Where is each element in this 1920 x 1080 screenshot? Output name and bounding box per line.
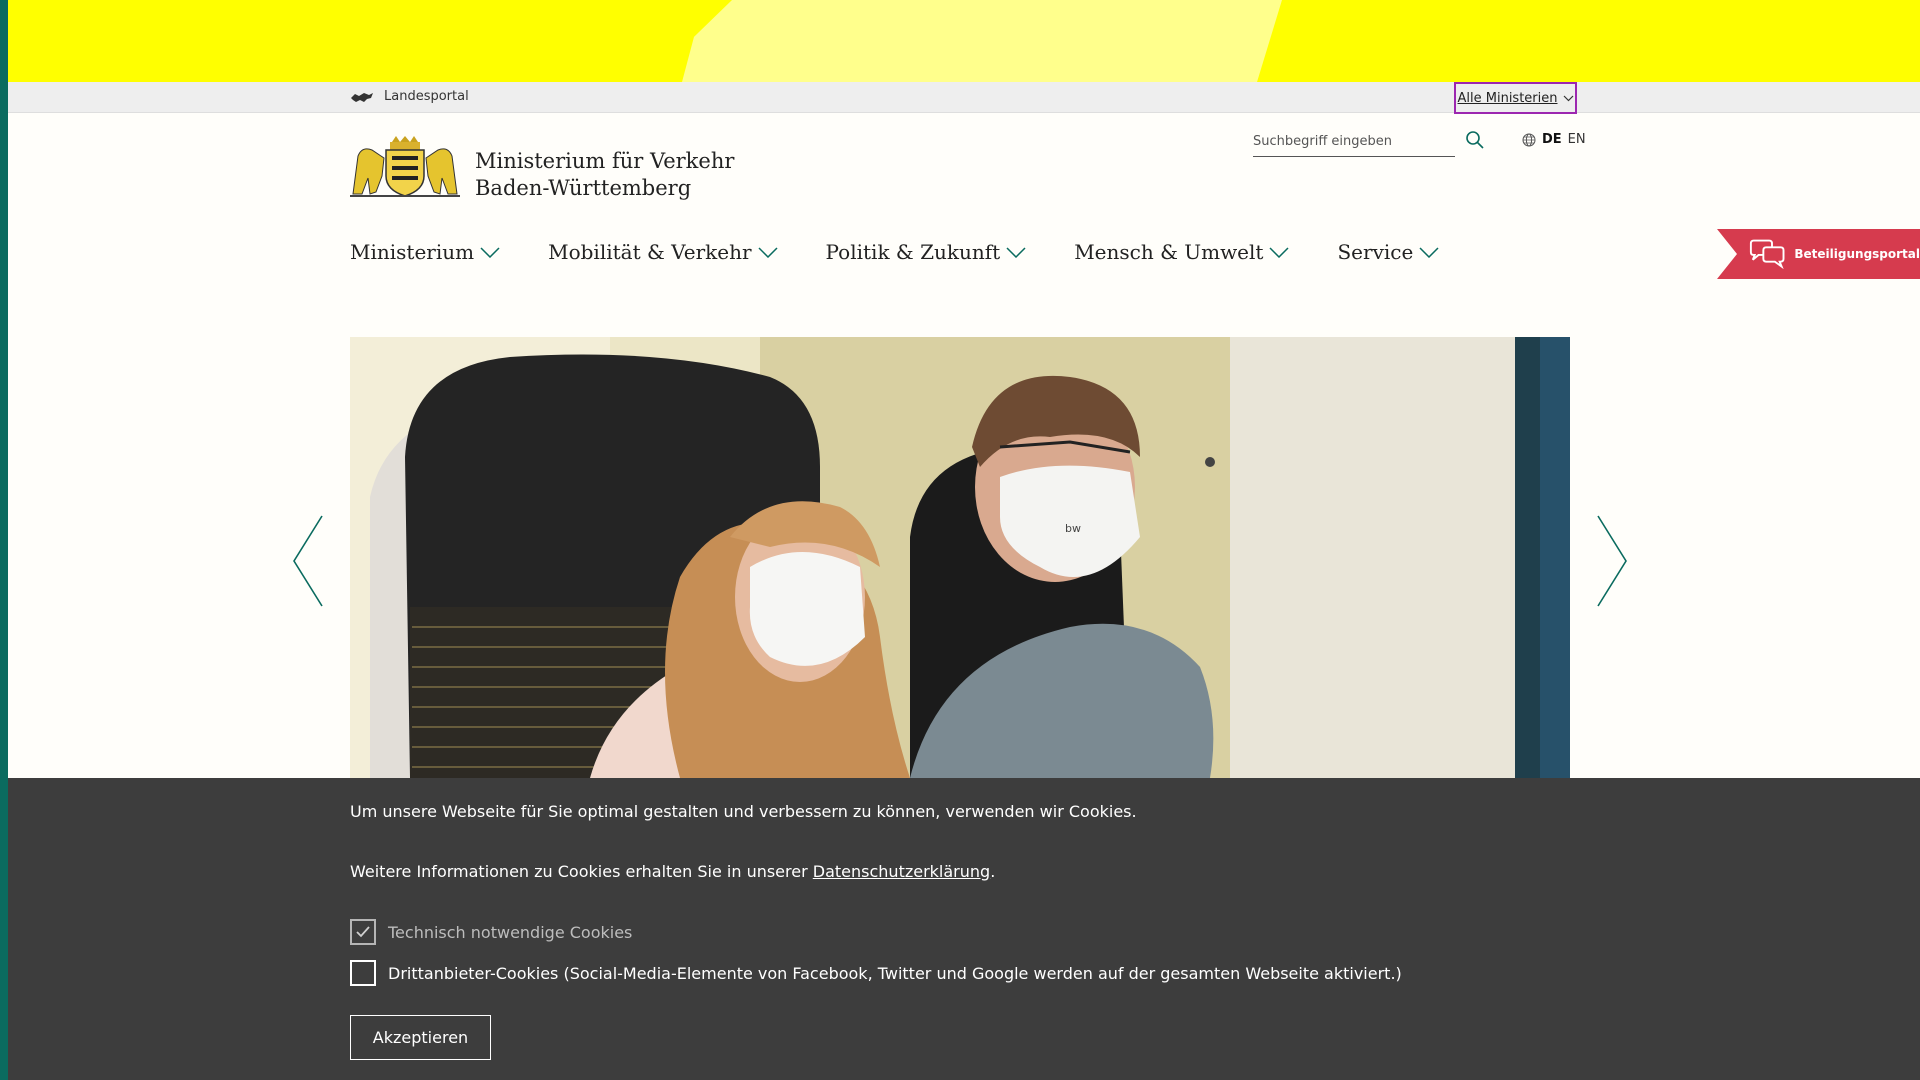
chevron-down-icon <box>1269 246 1289 258</box>
language-de[interactable]: DE <box>1542 132 1562 147</box>
landesportal-label: Landesportal <box>384 89 469 104</box>
speech-bubbles-icon <box>1749 239 1785 269</box>
mask-text: bw <box>1065 522 1081 535</box>
nav-mobilitaet-verkehr[interactable]: Mobilität & Verkehr <box>548 240 778 264</box>
nav-label: Ministerium <box>350 240 475 264</box>
accept-cookies-button[interactable]: Akzeptieren <box>350 1015 491 1060</box>
nav-ministerium[interactable]: Ministerium <box>350 240 500 264</box>
nav-label: Service <box>1337 240 1414 264</box>
hero-photo: bw <box>350 337 1570 778</box>
carousel-prev-arrow-icon[interactable] <box>292 515 324 607</box>
third-party-cookies-label: Drittanbieter-Cookies (Social-Media-Elem… <box>388 963 1402 983</box>
nav-label: Mobilität & Verkehr <box>548 240 752 264</box>
ministry-name-line1: Ministerium für Verkehr <box>475 149 735 173</box>
chevron-down-icon <box>1006 246 1026 258</box>
top-yellow-band <box>0 0 1920 82</box>
globe-icon <box>1522 133 1536 146</box>
checkmark-icon <box>356 926 370 938</box>
coat-of-arms-logo[interactable] <box>350 136 460 198</box>
chevron-down-icon <box>758 246 778 258</box>
landesportal-link[interactable]: Landesportal <box>350 89 469 104</box>
beteiligungsportal-button[interactable]: Beteiligungsportal <box>1717 229 1920 279</box>
nav-mensch-umwelt[interactable]: Mensch & Umwelt <box>1074 240 1289 264</box>
cookie-option-necessary: Technisch notwendige Cookies <box>350 919 632 945</box>
main-navigation: Ministerium Mobilität & Verkehr Politik … <box>350 240 1487 264</box>
chevron-down-icon <box>1563 95 1573 101</box>
nav-service[interactable]: Service <box>1337 240 1439 264</box>
lion-icon <box>351 92 373 102</box>
left-accent-stripe <box>0 0 8 1080</box>
search-icon[interactable] <box>1465 130 1485 150</box>
cookie-info-prefix: Weitere Informationen zu Cookies erhalte… <box>350 862 813 881</box>
necessary-cookies-label: Technisch notwendige Cookies <box>388 922 633 942</box>
all-ministries-label: Alle Ministerien <box>1457 90 1558 106</box>
nav-label: Mensch & Umwelt <box>1074 240 1264 264</box>
language-switcher: DE EN <box>1522 132 1586 147</box>
landesportal-bar: Landesportal Alle Ministerien <box>0 82 1920 114</box>
nav-politik-zukunft[interactable]: Politik & Zukunft <box>826 240 1027 264</box>
top-band-highlight <box>682 0 1282 82</box>
carousel-next-arrow-icon[interactable] <box>1596 515 1628 607</box>
cookie-info-suffix: . <box>990 862 996 881</box>
cookie-text-info: Weitere Informationen zu Cookies erhalte… <box>350 862 995 881</box>
chevron-down-icon <box>480 246 500 258</box>
necessary-cookies-checkbox[interactable] <box>350 919 376 945</box>
cookie-banner: Um unsere Webseite für Sie optimal gesta… <box>0 778 1920 1080</box>
cookie-text-intro: Um unsere Webseite für Sie optimal gesta… <box>350 802 1137 821</box>
privacy-policy-link[interactable]: Datenschutzerklärung <box>813 862 990 881</box>
ministry-name-line2: Baden-Württemberg <box>475 176 692 200</box>
hero-image: bw <box>350 337 1570 778</box>
cookie-option-third-party: Drittanbieter-Cookies (Social-Media-Elem… <box>350 960 1402 986</box>
language-en[interactable]: EN <box>1568 132 1586 147</box>
ministry-name[interactable]: Ministerium für Verkehr Baden-Württember… <box>475 148 734 202</box>
all-ministries-dropdown[interactable]: Alle Ministerien <box>1454 82 1577 114</box>
beteiligungsportal-label: Beteiligungsportal <box>1794 247 1920 261</box>
third-party-cookies-checkbox[interactable] <box>350 960 376 986</box>
search-input[interactable] <box>1253 127 1455 155</box>
nav-label: Politik & Zukunft <box>825 240 1001 264</box>
chevron-down-icon <box>1419 246 1439 258</box>
search-field <box>1253 127 1455 157</box>
